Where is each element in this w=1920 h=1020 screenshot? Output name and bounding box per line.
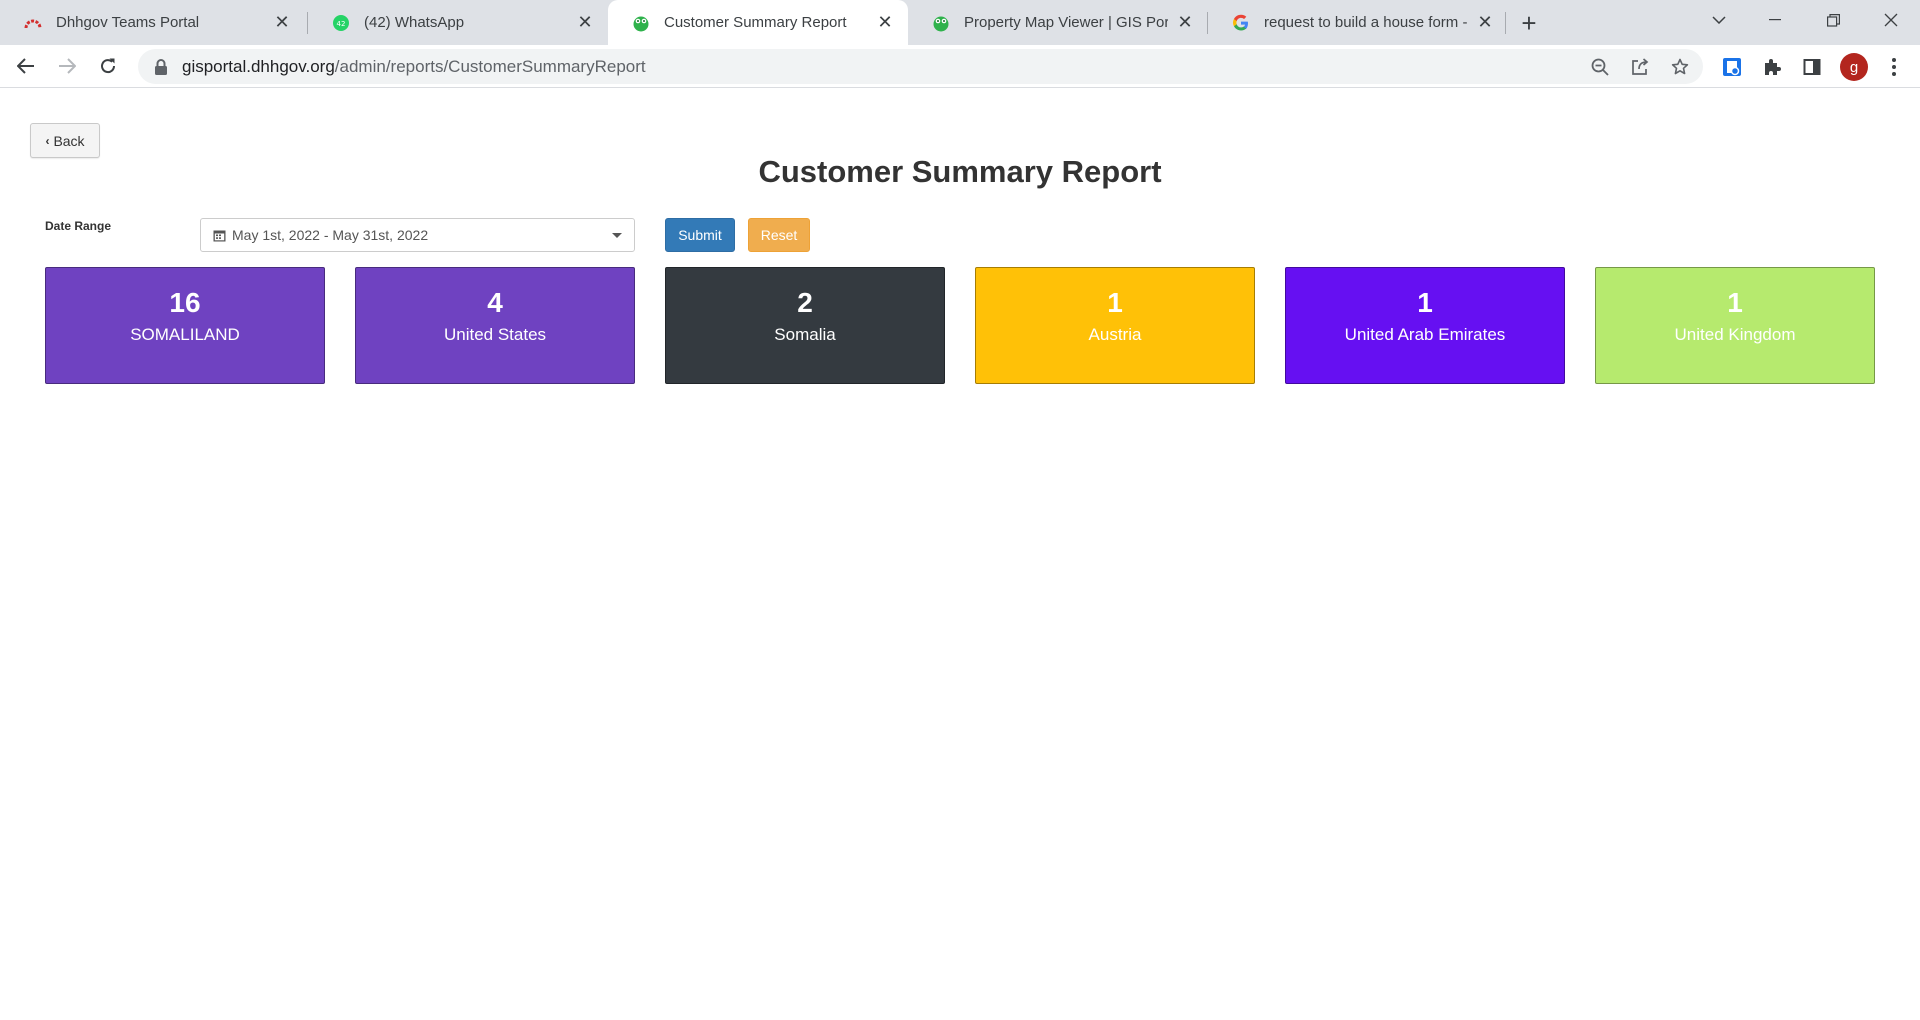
lock-icon[interactable] — [154, 58, 168, 75]
close-window-icon[interactable] — [1868, 0, 1914, 40]
teams-portal-favicon-icon — [24, 14, 42, 32]
country-card-somaliland: 16 SOMALILAND — [45, 267, 325, 384]
address-url: gisportal.dhhgov.org/admin/reports/Custo… — [182, 57, 646, 77]
google-icon — [1232, 14, 1250, 32]
whatsapp-badge: 42 — [337, 20, 346, 28]
card-count: 1 — [1107, 287, 1123, 318]
tab-google-search[interactable]: request to build a house form - G ✕ — [1208, 0, 1508, 45]
back-arrow-icon[interactable] — [11, 51, 41, 81]
country-card-somalia: 2 Somalia — [665, 267, 945, 384]
date-range-label: Date Range — [45, 219, 112, 233]
close-tab-icon[interactable]: ✕ — [876, 12, 894, 32]
tab-whatsapp[interactable]: 42 (42) WhatsApp ✕ — [308, 0, 608, 45]
card-count: 2 — [797, 287, 813, 318]
tab-property-map-viewer[interactable]: Property Map Viewer | GIS Portal ✕ — [908, 0, 1208, 45]
country-card-united-arab-emirates: 1 United Arab Emirates — [1285, 267, 1565, 384]
minimize-window-icon[interactable] — [1752, 0, 1798, 40]
bookmark-star-icon[interactable] — [1670, 57, 1690, 77]
tab-title: Property Map Viewer | GIS Portal — [964, 14, 1168, 31]
reload-icon[interactable] — [93, 51, 123, 81]
gis-portal-favicon-icon — [932, 14, 950, 32]
card-count: 1 — [1727, 287, 1743, 318]
profile-avatar[interactable]: g — [1840, 53, 1868, 81]
back-button-label: Back — [53, 132, 85, 149]
tab-dhhgov-teams-portal[interactable]: Dhhgov Teams Portal ✕ — [0, 0, 305, 45]
card-count: 16 — [169, 287, 201, 318]
card-count: 4 — [487, 287, 503, 318]
tab-title: Dhhgov Teams Portal — [56, 14, 200, 31]
card-count: 1 — [1417, 287, 1433, 318]
tab-search-chevron-down-icon[interactable] — [1696, 0, 1742, 40]
url-path: /admin/reports/CustomerSummaryReport — [334, 56, 646, 76]
close-tab-icon[interactable]: ✕ — [1476, 12, 1494, 32]
tab-title: request to build a house form - G — [1264, 14, 1468, 31]
whatsapp-icon: 42 — [332, 14, 350, 32]
puzzle-extensions-icon[interactable] — [1760, 55, 1784, 79]
restore-window-icon[interactable] — [1810, 0, 1856, 40]
card-country: Somalia — [774, 324, 836, 344]
gis-portal-favicon-icon — [632, 14, 650, 32]
page-title: Customer Summary Report — [758, 154, 1162, 189]
url-host: gisportal.dhhgov.org — [182, 56, 335, 76]
country-card-united-states: 4 United States — [355, 267, 635, 384]
browser-toolbar: gisportal.dhhgov.org/admin/reports/Custo… — [0, 45, 1920, 88]
close-tab-icon[interactable]: ✕ — [273, 12, 291, 32]
close-tab-icon[interactable]: ✕ — [1176, 12, 1194, 32]
date-range-value: May 1st, 2022 - May 31st, 2022 — [232, 227, 429, 243]
extension-badge-icon[interactable] — [1720, 55, 1744, 79]
card-country: United Kingdom — [1674, 324, 1796, 344]
calendar-icon — [213, 229, 226, 242]
zoom-out-icon[interactable] — [1590, 57, 1610, 77]
address-bar[interactable]: gisportal.dhhgov.org/admin/reports/Custo… — [138, 49, 1703, 84]
reset-button[interactable]: Reset — [748, 218, 810, 252]
browser-tab-strip: Dhhgov Teams Portal ✕ 42 (42) WhatsApp ✕… — [0, 0, 1920, 45]
close-tab-icon[interactable]: ✕ — [576, 12, 594, 32]
card-country: United States — [443, 324, 547, 344]
back-button[interactable]: ‹ Back — [30, 123, 100, 158]
caret-down-icon — [612, 233, 622, 238]
tab-title: (42) WhatsApp — [364, 14, 465, 31]
tab-customer-summary-report[interactable]: Customer Summary Report ✕ — [608, 0, 908, 45]
card-country: Austria — [1088, 324, 1142, 344]
browser-menu-icon[interactable] — [1882, 55, 1906, 79]
share-icon[interactable] — [1630, 57, 1650, 77]
submit-button[interactable]: Submit — [665, 218, 735, 252]
side-panel-icon[interactable] — [1800, 55, 1824, 79]
chevron-left-icon: ‹ — [45, 133, 50, 148]
date-range-picker[interactable]: May 1st, 2022 - May 31st, 2022 — [200, 218, 635, 252]
country-card-united-kingdom: 1 United Kingdom — [1595, 267, 1875, 384]
tab-separator — [1505, 12, 1506, 34]
card-country: SOMALILAND — [130, 324, 240, 344]
tab-title: Customer Summary Report — [664, 14, 847, 31]
card-country: United Arab Emirates — [1344, 324, 1506, 344]
new-tab-button[interactable]: + — [1512, 6, 1546, 40]
country-card-austria: 1 Austria — [975, 267, 1255, 384]
forward-arrow-icon[interactable] — [52, 51, 82, 81]
